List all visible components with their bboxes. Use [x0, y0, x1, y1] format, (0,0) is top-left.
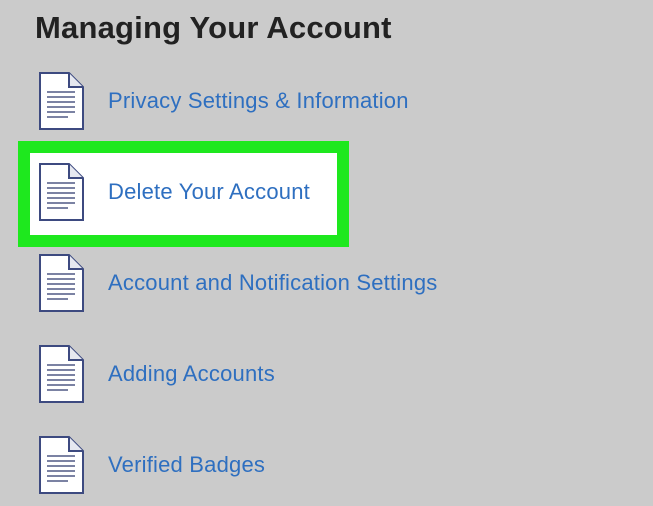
article-link-delete-account[interactable]: Delete Your Account [108, 179, 310, 205]
article-item-privacy-settings[interactable]: Privacy Settings & Information [0, 72, 653, 142]
document-icon [38, 436, 84, 494]
article-link-privacy-settings[interactable]: Privacy Settings & Information [108, 88, 409, 114]
article-link-verified-badges[interactable]: Verified Badges [108, 452, 265, 478]
document-icon [38, 345, 84, 403]
article-link-account-notification-settings[interactable]: Account and Notification Settings [108, 270, 437, 296]
article-item-delete-account[interactable]: Delete Your Account [0, 163, 653, 233]
document-icon [38, 72, 84, 130]
article-item-account-notification-settings[interactable]: Account and Notification Settings [0, 254, 653, 324]
article-list: Privacy Settings & Information Delete Yo… [0, 0, 653, 494]
document-icon [38, 254, 84, 312]
article-link-adding-accounts[interactable]: Adding Accounts [108, 361, 275, 387]
article-item-adding-accounts[interactable]: Adding Accounts [0, 345, 653, 415]
article-item-verified-badges[interactable]: Verified Badges [0, 436, 653, 506]
document-icon [38, 163, 84, 221]
